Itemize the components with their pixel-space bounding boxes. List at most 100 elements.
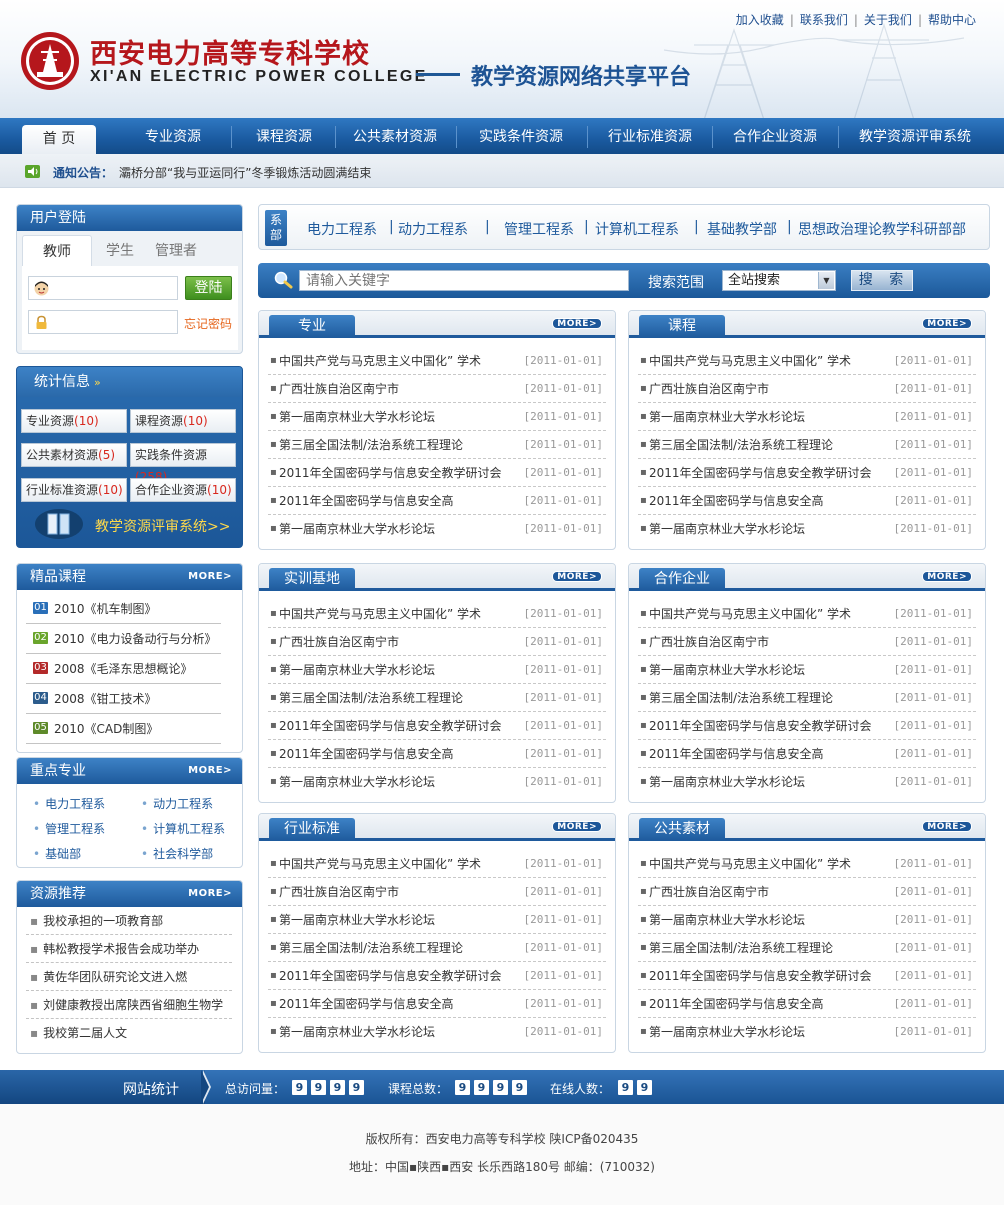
stat-partner-enterprises[interactable]: 合作企业资源(10) <box>130 478 236 502</box>
majors-more-button[interactable]: MORE> <box>184 765 236 776</box>
list-item[interactable]: ▪ 第三届全国法制/法治系统工程理论 [2011-01-01] <box>268 684 606 712</box>
tab-student[interactable]: 学生 <box>106 235 134 267</box>
list-item[interactable]: ▪ 2011年全国密码学与信息安全教学研讨会 [2011-01-01] <box>638 962 976 990</box>
list-item[interactable]: ▪ 广西壮族自治区南宁市 [2011-01-01] <box>268 878 606 906</box>
list-item[interactable]: ▪ 中国共产党与马克思主义中国化” 学术 [2011-01-01] <box>638 850 976 878</box>
panel-more-button[interactable]: MORE> <box>552 821 602 832</box>
list-item[interactable]: ▪ 2011年全国密码学与信息安全高 [2011-01-01] <box>638 487 976 515</box>
password-field[interactable] <box>28 310 178 334</box>
help-link[interactable]: 帮助中心 <box>928 13 976 27</box>
contact-link[interactable]: 联系我们 <box>800 13 848 27</box>
dept-link[interactable]: 计算机工程系 <box>595 219 679 239</box>
review-system-link[interactable]: 教学资源评审系统>> <box>34 506 234 542</box>
stat-course-resources[interactable]: 课程资源(10) <box>130 409 236 433</box>
nav-public-materials[interactable]: 公共素材资源 <box>336 118 454 154</box>
list-item[interactable]: ▪ 第一届南京林业大学水杉论坛 [2011-01-01] <box>268 906 606 934</box>
list-item[interactable]: ▪ 2011年全国密码学与信息安全高 [2011-01-01] <box>638 990 976 1018</box>
stat-public-materials[interactable]: 公共素材资源(5) <box>21 443 127 467</box>
dept-link[interactable]: 基础教学部 <box>707 219 777 239</box>
panel-title[interactable]: 合作企业 <box>639 568 725 591</box>
list-item[interactable]: ▪ 我校第二届人文 <box>26 1019 232 1047</box>
add-favorite-link[interactable]: 加入收藏 <box>736 13 784 27</box>
panel-more-button[interactable]: MORE> <box>922 571 972 582</box>
nav-review-system[interactable]: 教学资源评审系统 <box>839 118 991 154</box>
list-item[interactable]: 04 2008《钳工技术》 <box>26 684 221 714</box>
major-link[interactable]: • 计算机工程系 <box>141 820 225 837</box>
list-item[interactable]: ▪ 中国共产党与马克思主义中国化” 学术 [2011-01-01] <box>268 850 606 878</box>
list-item[interactable]: ▪ 韩松教授学术报告会成功举办 <box>26 935 232 963</box>
list-item[interactable]: ▪ 刘健康教授出席陕西省细胞生物学 <box>26 991 232 1019</box>
list-item[interactable]: 02 2010《电力设备动行与分析》 <box>26 624 221 654</box>
list-item[interactable]: ▪ 2011年全国密码学与信息安全高 [2011-01-01] <box>268 990 606 1018</box>
list-item[interactable]: ▪ 2011年全国密码学与信息安全高 [2011-01-01] <box>268 740 606 768</box>
nav-practice-resources[interactable]: 实践条件资源 <box>457 118 585 154</box>
panel-more-button[interactable]: MORE> <box>922 821 972 832</box>
panel-title[interactable]: 实训基地 <box>269 568 355 591</box>
list-item[interactable]: ▪ 第三届全国法制/法治系统工程理论 [2011-01-01] <box>638 431 976 459</box>
list-item[interactable]: ▪ 第一届南京林业大学水杉论坛 [2011-01-01] <box>638 1018 976 1046</box>
nav-course-resources[interactable]: 课程资源 <box>232 118 336 154</box>
dept-link[interactable]: 思想政治理论教学科研部部 <box>798 219 966 239</box>
college-emblem-icon[interactable] <box>19 30 81 92</box>
nav-major-resources[interactable]: 专业资源 <box>113 118 233 154</box>
list-item[interactable]: ▪ 第一届南京林业大学水杉论坛 [2011-01-01] <box>268 515 606 543</box>
dept-link[interactable]: 动力工程系 <box>398 219 468 239</box>
recommend-more-button[interactable]: MORE> <box>184 888 236 899</box>
list-item[interactable]: ▪ 广西壮族自治区南宁市 [2011-01-01] <box>638 628 976 656</box>
stat-practice-resources[interactable]: 实践条件资源(258) <box>130 443 236 484</box>
panel-title[interactable]: 行业标准 <box>269 818 355 841</box>
list-item[interactable]: ▪ 第三届全国法制/法治系统工程理论 [2011-01-01] <box>638 934 976 962</box>
list-item[interactable]: ▪ 中国共产党与马克思主义中国化” 学术 [2011-01-01] <box>638 600 976 628</box>
list-item[interactable]: ▪ 2011年全国密码学与信息安全教学研讨会 [2011-01-01] <box>268 712 606 740</box>
stat-industry-standards[interactable]: 行业标准资源(10) <box>21 478 127 502</box>
list-item[interactable]: ▪ 2011年全国密码学与信息安全教学研讨会 [2011-01-01] <box>268 962 606 990</box>
list-item[interactable]: ▪ 第一届南京林业大学水杉论坛 [2011-01-01] <box>638 906 976 934</box>
list-item[interactable]: ▪ 2011年全国密码学与信息安全高 [2011-01-01] <box>268 487 606 515</box>
boutique-more-button[interactable]: MORE> <box>184 571 236 582</box>
dept-link[interactable]: 电力工程系 <box>307 219 377 239</box>
search-button[interactable]: 搜 索 <box>851 270 913 291</box>
major-link[interactable]: • 基础部 <box>33 845 81 862</box>
nav-partner-enterprises[interactable]: 合作企业资源 <box>713 118 837 154</box>
list-item[interactable]: ▪ 第一届南京林业大学水杉论坛 [2011-01-01] <box>638 403 976 431</box>
list-item[interactable]: ▪ 第一届南京林业大学水杉论坛 [2011-01-01] <box>268 403 606 431</box>
list-item[interactable]: ▪ 第三届全国法制/法治系统工程理论 [2011-01-01] <box>268 431 606 459</box>
list-item[interactable]: ▪ 广西壮族自治区南宁市 [2011-01-01] <box>638 878 976 906</box>
stat-major-resources[interactable]: 专业资源(10) <box>21 409 127 433</box>
list-item[interactable]: ▪ 广西壮族自治区南宁市 [2011-01-01] <box>268 628 606 656</box>
major-link[interactable]: • 动力工程系 <box>141 795 213 812</box>
list-item[interactable]: ▪ 第一届南京林业大学水杉论坛 [2011-01-01] <box>268 768 606 796</box>
about-link[interactable]: 关于我们 <box>864 13 912 27</box>
list-item[interactable]: 03 2008《毛泽东思想概论》 <box>26 654 221 684</box>
nav-home[interactable]: 首 页 <box>22 125 96 154</box>
list-item[interactable]: ▪ 第一届南京林业大学水杉论坛 [2011-01-01] <box>638 515 976 543</box>
panel-more-button[interactable]: MORE> <box>552 318 602 329</box>
list-item[interactable]: ▪ 2011年全国密码学与信息安全教学研讨会 [2011-01-01] <box>638 459 976 487</box>
panel-more-button[interactable]: MORE> <box>922 318 972 329</box>
panel-title[interactable]: 专业 <box>269 315 355 338</box>
list-item[interactable]: ▪ 黄佐华团队研究论文进入燃 <box>26 963 232 991</box>
panel-title[interactable]: 课程 <box>639 315 725 338</box>
list-item[interactable]: ▪ 2011年全国密码学与信息安全高 [2011-01-01] <box>638 740 976 768</box>
forgot-password-link[interactable]: 忘记密码 <box>184 315 232 332</box>
list-item[interactable]: ▪ 中国共产党与马克思主义中国化” 学术 [2011-01-01] <box>268 347 606 375</box>
list-item[interactable]: ▪ 第一届南京林业大学水杉论坛 [2011-01-01] <box>268 656 606 684</box>
list-item[interactable]: ▪ 广西壮族自治区南宁市 [2011-01-01] <box>638 375 976 403</box>
search-scope-select[interactable]: 全站搜索 ▼ <box>722 270 836 291</box>
panel-more-button[interactable]: MORE> <box>552 571 602 582</box>
notice-link[interactable]: 灞桥分部“我与亚运同行”冬季锻炼活动圆满结束 <box>119 164 371 181</box>
list-item[interactable]: ▪ 中国共产党与马克思主义中国化” 学术 [2011-01-01] <box>638 347 976 375</box>
list-item[interactable]: ▪ 第一届南京林业大学水杉论坛 [2011-01-01] <box>638 768 976 796</box>
list-item[interactable]: ▪ 第一届南京林业大学水杉论坛 [2011-01-01] <box>268 1018 606 1046</box>
major-link[interactable]: • 管理工程系 <box>33 820 105 837</box>
nav-industry-standards[interactable]: 行业标准资源 <box>588 118 712 154</box>
list-item[interactable]: ▪ 2011年全国密码学与信息安全教学研讨会 [2011-01-01] <box>638 712 976 740</box>
username-field[interactable] <box>28 276 178 300</box>
major-link[interactable]: • 电力工程系 <box>33 795 105 812</box>
list-item[interactable]: ▪ 第三届全国法制/法治系统工程理论 [2011-01-01] <box>268 934 606 962</box>
panel-title[interactable]: 公共素材 <box>639 818 725 841</box>
tab-admin[interactable]: 管理者 <box>155 235 197 267</box>
list-item[interactable]: ▪ 第一届南京林业大学水杉论坛 [2011-01-01] <box>638 656 976 684</box>
login-button[interactable]: 登陆 <box>185 276 232 300</box>
list-item[interactable]: ▪ 第三届全国法制/法治系统工程理论 [2011-01-01] <box>638 684 976 712</box>
